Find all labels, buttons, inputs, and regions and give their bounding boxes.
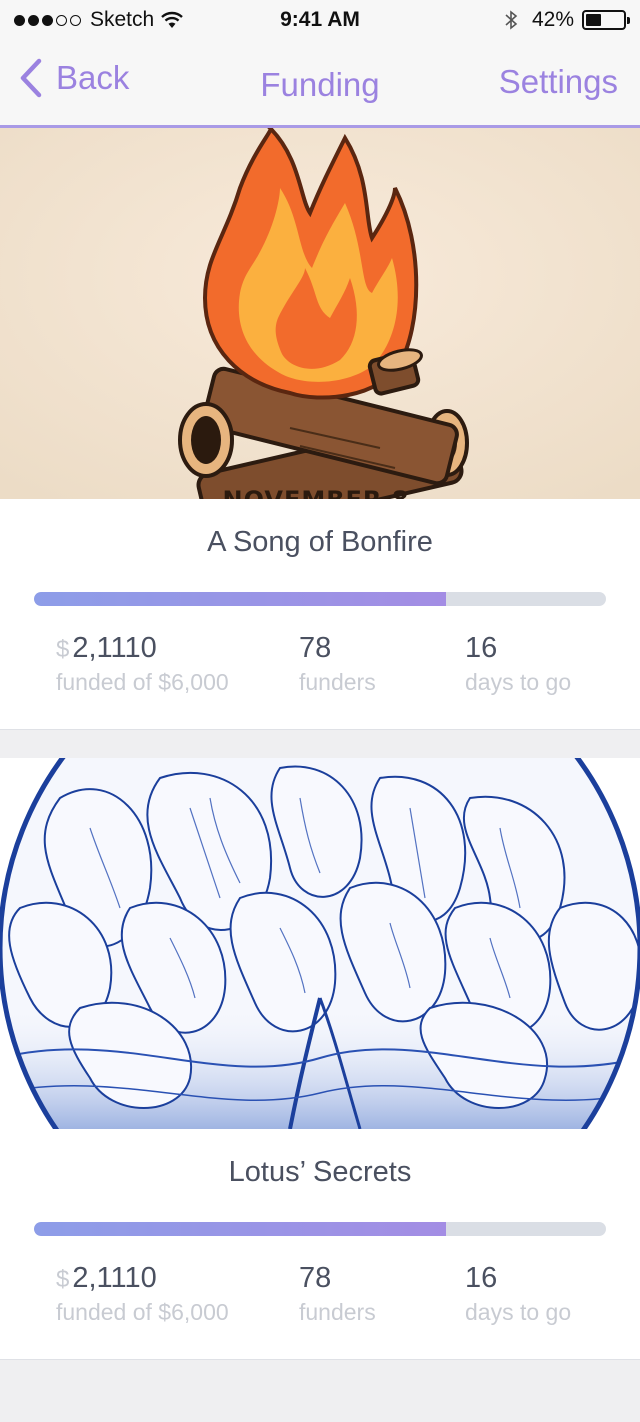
funded-amount: 2,1110 <box>72 632 157 664</box>
bluetooth-icon <box>505 10 518 30</box>
status-bar: Sketch 9:41 AM 42% <box>0 0 640 40</box>
funding-progress-fill <box>34 1222 446 1236</box>
funding-progress-bar <box>34 592 606 606</box>
funded-label: funded of $6,000 <box>56 1299 229 1325</box>
project-hero-image-bonfire: NOVEMBER 8 <box>0 128 640 499</box>
project-hero-image-lotus <box>0 758 640 1129</box>
funders-label: funders <box>299 1299 376 1325</box>
project-card[interactable]: Lotus’ Secrets $2,1110 funded of $6,000 … <box>0 758 640 1360</box>
funded-stat: $2,1110 funded of $6,000 <box>56 632 229 696</box>
funding-progress-fill <box>34 592 446 606</box>
days-label: days to go <box>465 1299 572 1325</box>
days-label: days to go <box>465 669 572 695</box>
battery-area: 42% <box>504 8 630 32</box>
project-card[interactable]: NOVEMBER 8 A Song of Bonfire $2,1110 fun… <box>0 128 640 730</box>
battery-icon <box>582 10 630 30</box>
battery-percent: 42% <box>531 8 574 31</box>
funders-count: 78 <box>299 1262 332 1294</box>
project-title: Lotus’ Secrets <box>228 1156 412 1188</box>
days-stat: 16 days to go <box>465 1262 571 1326</box>
funded-amount: 2,1110 <box>72 1262 157 1294</box>
currency-symbol: $ <box>56 1266 70 1293</box>
funders-stat: 78 funders <box>299 632 376 696</box>
settings-button[interactable]: Settings <box>499 63 618 101</box>
days-count: 16 <box>465 632 498 664</box>
currency-symbol: $ <box>56 636 70 663</box>
navigation-bar: Back Funding Settings <box>0 40 640 128</box>
days-count: 16 <box>465 1262 498 1294</box>
project-title: A Song of Bonfire <box>207 526 433 558</box>
funders-label: funders <box>299 669 376 695</box>
funders-stat: 78 funders <box>299 1262 376 1326</box>
poster-caption: NOVEMBER 8 <box>223 486 410 499</box>
funded-label: funded of $6,000 <box>56 669 229 695</box>
funders-count: 78 <box>299 632 332 664</box>
funded-stat: $2,1110 funded of $6,000 <box>56 1262 229 1326</box>
days-stat: 16 days to go <box>465 632 571 696</box>
funding-progress-bar <box>34 1222 606 1236</box>
